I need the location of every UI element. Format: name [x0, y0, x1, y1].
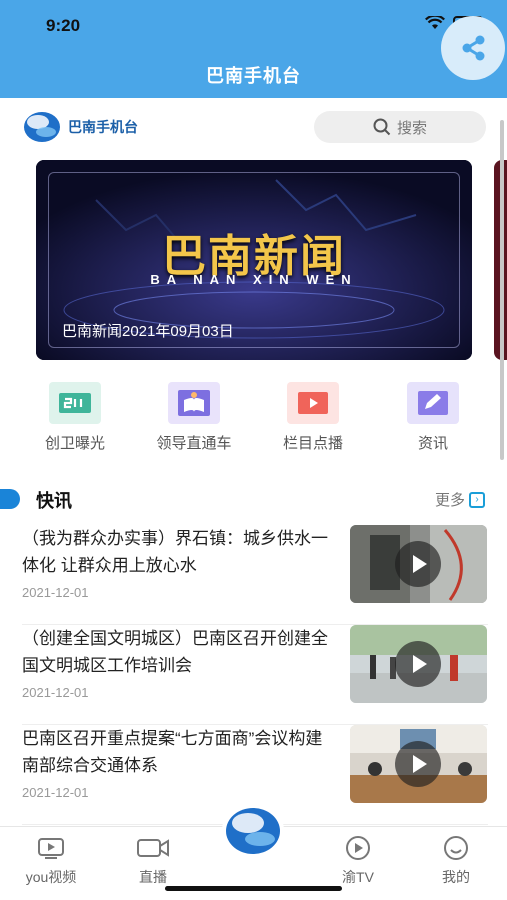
wifi-icon [425, 16, 445, 29]
book-icon [168, 382, 220, 424]
news-thumbnail[interactable] [350, 625, 487, 703]
search-bar[interactable]: 搜索 [314, 111, 486, 143]
status-time: 9:20 [46, 16, 81, 35]
search-placeholder: 搜索 [396, 119, 427, 137]
tab-label: you视频 [25, 869, 77, 885]
tab-label: 渝TV [342, 869, 374, 885]
edit-icon [407, 382, 459, 424]
creation-icon [49, 382, 101, 424]
news-thumbnail[interactable] [350, 525, 487, 603]
app-logo: 巴南手机台 [22, 110, 138, 144]
tab-label: 直播 [139, 869, 167, 885]
banner-carousel-slide[interactable]: 巴南新闻 BA NAN XIN WEN 巴南新闻2021年09月03日 [36, 160, 472, 360]
more-link[interactable]: 更多 › [435, 489, 485, 510]
news-title: （创建全国文明城区）巴南区召开创建全国文明城区工作培训会 [22, 629, 328, 675]
camera-icon [113, 835, 193, 861]
section-title: 快讯 [36, 491, 72, 511]
app-header: 9:20 巴南手机台 [0, 0, 507, 98]
tab-mine[interactable]: 我的 [416, 835, 496, 887]
news-date: 2021-12-01 [22, 685, 89, 700]
tab-you-video[interactable]: you视频 [11, 835, 91, 887]
news-date: 2021-12-01 [22, 785, 89, 800]
tab-label: 我的 [442, 869, 470, 885]
play-icon [395, 741, 441, 787]
quicknav-label: 栏目点播 [282, 435, 343, 452]
chevron-right-icon: › [469, 491, 485, 508]
news-item[interactable]: （创建全国文明城区）巴南区召开创建全国文明城区工作培训会 2021-12-01 [22, 625, 488, 725]
play-icon [395, 541, 441, 587]
quicknav-item-creation[interactable]: 创卫曝光 [20, 382, 130, 453]
video-play-icon [287, 382, 339, 424]
home-logo-icon [226, 808, 280, 854]
news-title: 巴南区召开重点提案“七方面商”会议构建南部综合交通体系 [22, 729, 323, 775]
play-icon [395, 641, 441, 687]
news-item[interactable]: （我为群众办实事）界石镇：城乡供水一体化 让群众用上放心水 2021-12-01 [22, 525, 488, 625]
share-icon [462, 35, 485, 61]
page-title: 巴南手机台 [206, 66, 301, 86]
globe-logo-icon [24, 112, 60, 142]
more-label: 更多 [434, 492, 465, 509]
banner-subtitle: BA NAN XIN WEN [150, 272, 358, 287]
quicknav-label: 创卫曝光 [44, 435, 105, 452]
tab-home[interactable] [222, 800, 284, 862]
news-date: 2021-12-01 [22, 585, 89, 600]
banner-caption: 巴南新闻2021年09月03日 [62, 323, 234, 340]
video-icon [11, 835, 91, 861]
news-thumbnail[interactable] [350, 725, 487, 803]
tab-yu-tv[interactable]: 渝TV [318, 835, 398, 887]
quicknav-item-news[interactable]: 资讯 [378, 382, 488, 453]
quicknav-label: 领导直通车 [156, 435, 232, 452]
quick-nav: 创卫曝光 领导直通车 栏目点播 资讯 [0, 382, 507, 452]
news-title: （我为群众办实事）界石镇：城乡供水一体化 让群众用上放心水 [22, 529, 328, 575]
quicknav-item-leader[interactable]: 领导直通车 [139, 382, 249, 453]
quicknav-item-programs[interactable]: 栏目点播 [258, 382, 368, 453]
tab-live[interactable]: 直播 [113, 835, 193, 887]
section-marker [0, 489, 20, 509]
quicknav-label: 资讯 [417, 435, 448, 452]
logo-text: 巴南手机台 [68, 119, 138, 135]
tv-play-icon [318, 835, 398, 861]
smile-icon [416, 835, 496, 861]
search-icon [373, 118, 391, 136]
home-indicator [165, 886, 342, 891]
share-button[interactable] [441, 16, 505, 80]
